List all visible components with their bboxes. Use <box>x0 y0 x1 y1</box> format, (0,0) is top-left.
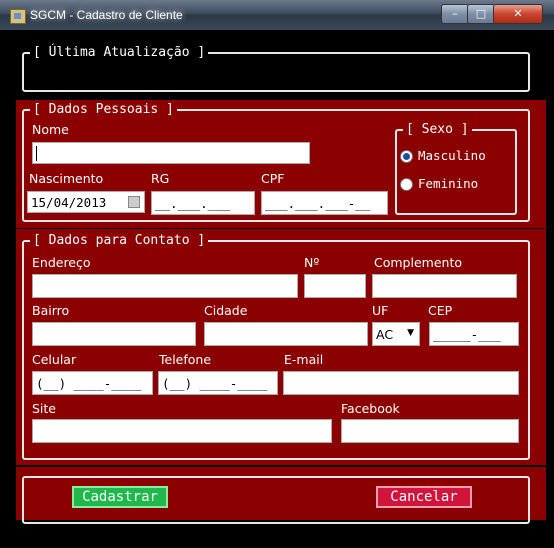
uf-value: AC <box>376 327 394 342</box>
site-label: Site <box>32 401 56 416</box>
window-title: SGCM - Cadastro de Cliente <box>30 8 183 22</box>
last-update-group: [ Última Atualização ] <box>22 45 530 92</box>
district-label: Bairro <box>32 303 70 318</box>
rg-mask: __.___.___ <box>155 196 231 211</box>
city-label: Cidade <box>204 303 248 318</box>
phone-label: Telefone <box>159 352 212 367</box>
male-radio[interactable] <box>400 150 413 163</box>
cpf-label: CPF <box>261 171 285 186</box>
cep-label: CEP <box>428 303 453 318</box>
facebook-label: Facebook <box>341 401 400 416</box>
maximize-button[interactable]: □ <box>467 4 495 24</box>
phone-mask: (__) ____-____ <box>162 376 268 391</box>
phone-input[interactable]: (__) ____-____ <box>158 371 278 395</box>
address-label: Endereço <box>32 255 91 270</box>
name-label: Nome <box>32 122 69 137</box>
chevron-down-icon[interactable]: ▼ <box>407 328 414 338</box>
register-button[interactable]: Cadastrar <box>72 486 168 508</box>
birth-label: Nascimento <box>29 171 104 186</box>
city-input[interactable] <box>204 322 368 346</box>
cpf-mask: ___.___.___-__ <box>265 196 371 211</box>
name-input[interactable] <box>32 142 310 164</box>
cpf-input[interactable]: ___.___.___-__ <box>261 191 388 215</box>
rg-label: RG <box>151 171 170 186</box>
complement-input[interactable] <box>372 274 517 298</box>
close-button[interactable]: ✕ <box>493 4 543 24</box>
cancel-button[interactable]: Cancelar <box>376 486 472 508</box>
email-input[interactable] <box>283 371 519 395</box>
form-client-area: [ Última Atualização ] [ Dados Pessoais … <box>8 30 546 540</box>
facebook-input[interactable] <box>341 419 519 443</box>
address-input[interactable] <box>32 274 298 298</box>
site-input[interactable] <box>32 419 332 443</box>
cep-mask: _____-___ <box>433 327 501 342</box>
mobile-input[interactable]: (__) ____-____ <box>32 371 153 395</box>
number-label: Nº <box>304 255 320 270</box>
personal-legend: [ Dados Pessoais ] <box>30 102 177 118</box>
email-label: E-mail <box>284 352 324 367</box>
cep-input[interactable]: _____-___ <box>429 322 519 346</box>
complement-label: Complemento <box>374 255 462 270</box>
app-icon <box>10 9 26 24</box>
district-input[interactable] <box>32 322 196 346</box>
app-window: SGCM - Cadastro de Cliente – □ ✕ [ Últim… <box>0 0 554 548</box>
rg-input[interactable]: __.___.___ <box>151 191 255 215</box>
last-update-legend: [ Última Atualização ] <box>30 45 209 61</box>
mobile-mask: (__) ____-____ <box>36 376 142 391</box>
male-label[interactable]: Masculino <box>418 148 486 163</box>
number-input[interactable] <box>304 274 366 298</box>
minimize-button[interactable]: – <box>441 4 469 24</box>
calendar-dropdown-icon[interactable] <box>128 196 140 208</box>
mobile-label: Celular <box>32 352 77 367</box>
uf-label: UF <box>372 303 389 318</box>
birth-date-picker[interactable]: 15/04/2013 <box>27 191 145 213</box>
sex-group: [ Sexo ] <box>395 122 517 215</box>
female-radio[interactable] <box>400 178 413 191</box>
sex-legend: [ Sexo ] <box>403 122 472 138</box>
uf-select[interactable]: AC ▼ <box>372 322 420 346</box>
contact-legend: [ Dados para Contato ] <box>30 233 209 249</box>
title-bar[interactable]: SGCM - Cadastro de Cliente – □ ✕ <box>0 0 554 30</box>
text-caret <box>36 146 37 161</box>
female-label[interactable]: Feminino <box>418 176 478 191</box>
birth-date-value: 15/04/2013 <box>31 195 107 210</box>
